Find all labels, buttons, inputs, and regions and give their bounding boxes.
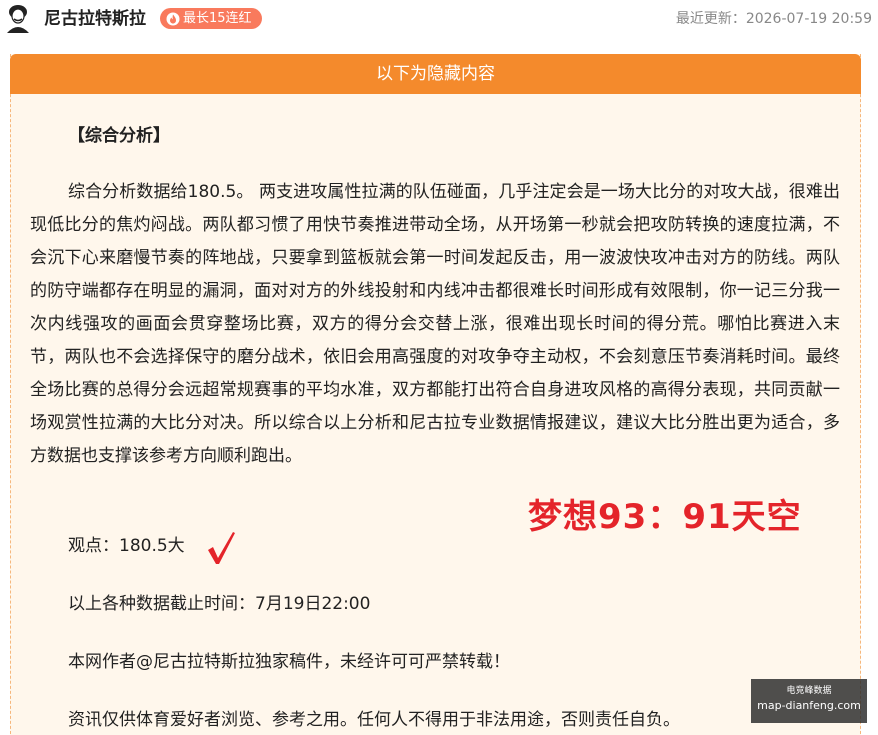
flame-icon — [166, 12, 180, 25]
site-watermark-name: 电竞峰数据 — [786, 686, 832, 696]
last-updated: 最近更新：2026-07-19 20:59 — [675, 11, 872, 27]
checkmark-icon — [208, 532, 235, 564]
avatar[interactable] — [4, 3, 32, 33]
score-watermark: 梦想93：91天空 — [528, 497, 802, 537]
analysis-paragraph: 综合分析数据给180.5。 两支进攻属性拉满的队伍碰面，几乎注定会是一场大比分的… — [30, 182, 840, 466]
streak-badge: 最长15连红 — [160, 8, 262, 29]
prediction-view: 观点：180.5大 — [68, 536, 185, 556]
copyright-notice: 本网作者@尼古拉特斯拉独家稿件，未经许可可严禁转载！ — [68, 652, 510, 672]
data-cutoff-time: 以上各种数据截止时间：7月19日22:00 — [68, 594, 371, 614]
author-name[interactable]: 尼古拉特斯拉 — [44, 8, 146, 30]
article-header: 尼古拉特斯拉 最长15连红 最近更新：2026-07-19 20:59 — [0, 0, 878, 40]
streak-badge-label: 最长15连红 — [183, 11, 252, 26]
disclaimer-text: 资讯仅供体育爱好者浏览、参考之用。任何人不得用于非法用途，否则责任自负。 — [68, 710, 680, 730]
site-watermark-url: map-dianfeng.com — [757, 699, 861, 712]
site-watermark-badge: 电竞峰数据 map-dianfeng.com — [751, 679, 867, 723]
section-title: 【综合分析】 — [68, 126, 170, 146]
hidden-content-bar: 以下为隐藏内容 — [10, 54, 861, 94]
